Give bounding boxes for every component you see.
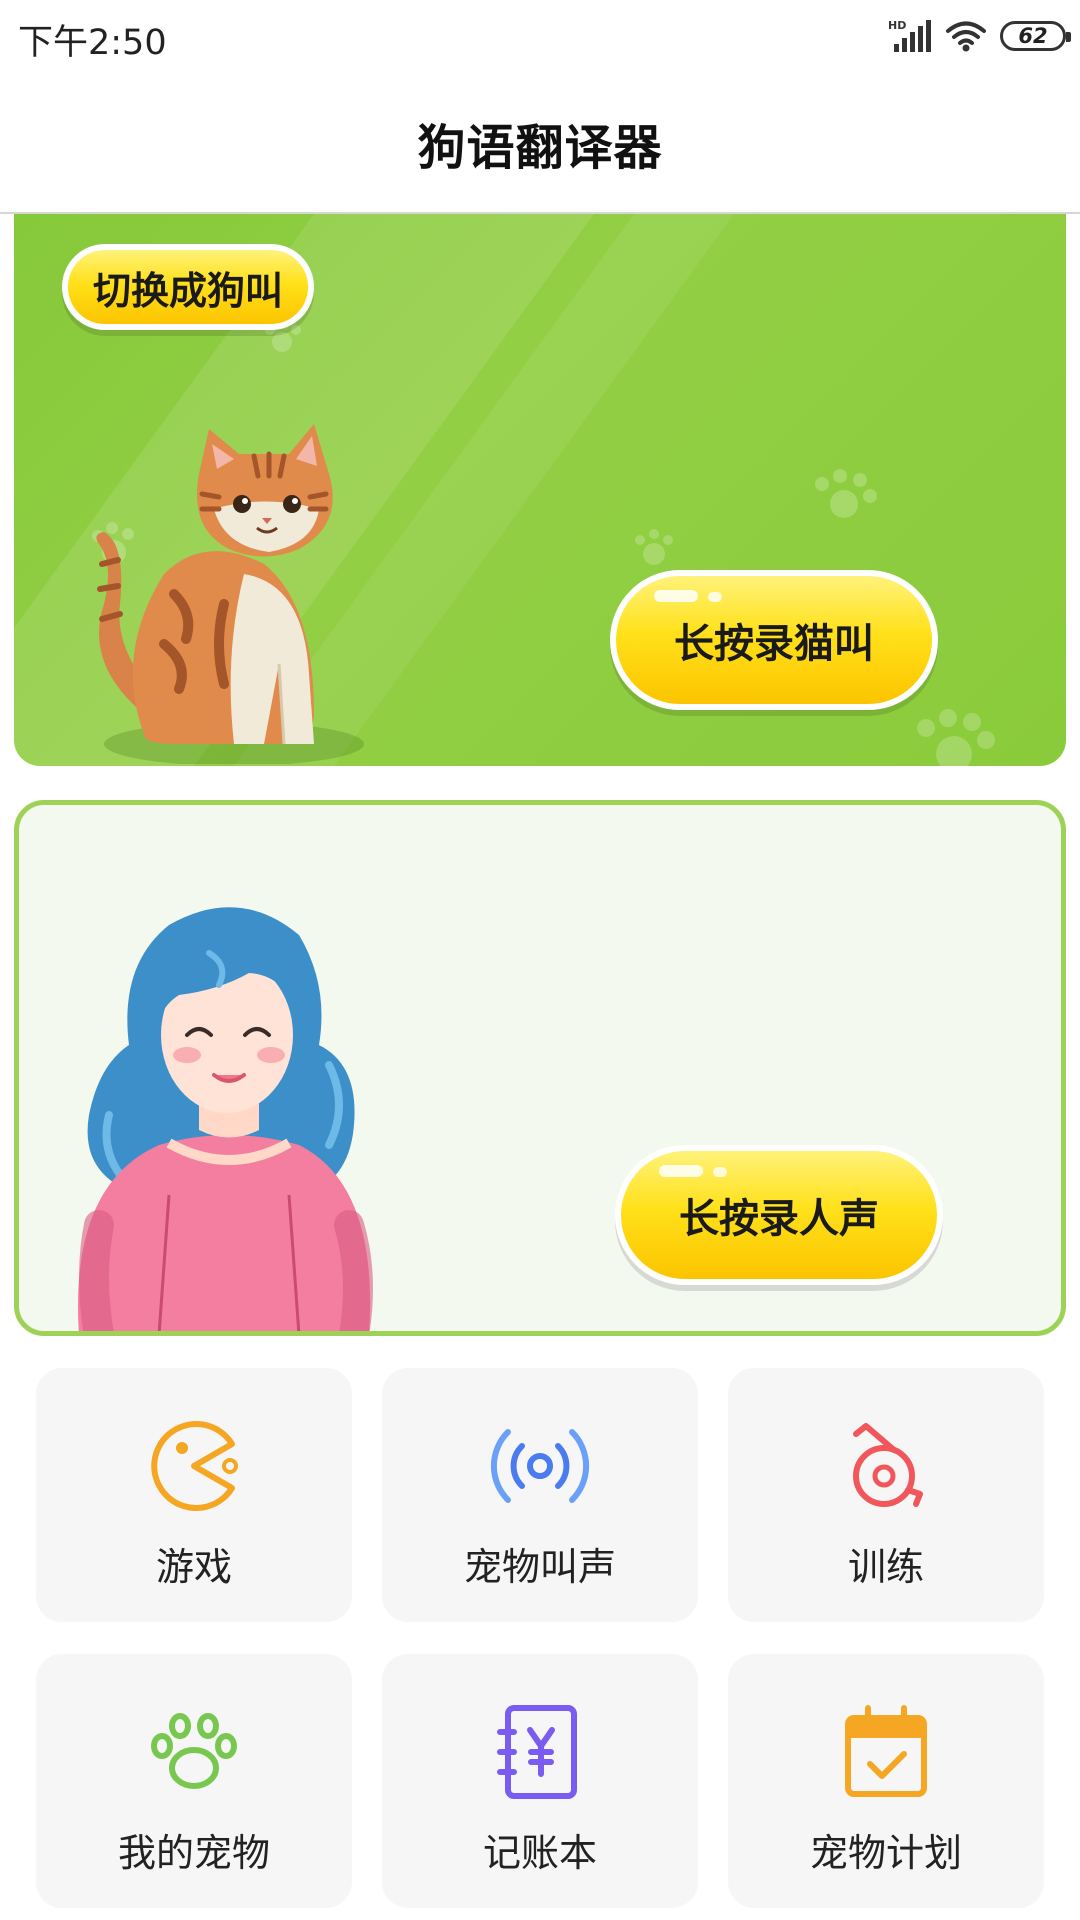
switch-to-dog-button[interactable]: 切换成狗叫 (62, 244, 314, 330)
battery-level: 62 (1018, 24, 1048, 48)
tile-my-pets[interactable]: 我的宠物 (36, 1654, 352, 1908)
paw-icon (151, 1713, 237, 1789)
whistle-icon (853, 1423, 923, 1507)
title-bar: 狗语翻译器 (0, 74, 1080, 214)
tile-pet-plan[interactable]: 宠物计划 (728, 1654, 1044, 1908)
cat-panel: 切换成狗叫 长按录猫叫 (14, 214, 1066, 766)
record-cat-label: 长按录猫叫 (674, 621, 874, 667)
signal-icon: HD (888, 19, 931, 52)
human-panel: 长按录人声 (14, 800, 1066, 1336)
broadcast-icon (490, 1429, 590, 1503)
record-human-button[interactable]: 长按录人声 (615, 1145, 943, 1285)
tile-training[interactable]: 训练 (728, 1368, 1044, 1622)
pacman-icon (151, 1421, 238, 1511)
tile-label: 宠物计划 (809, 1831, 962, 1875)
status-icons: HD 62 (888, 16, 1071, 56)
status-bar: 下午2:50 HD 62 (0, 0, 1080, 74)
tile-game[interactable]: 游戏 (36, 1368, 352, 1622)
calendar-icon (845, 1705, 927, 1797)
wifi-icon (946, 21, 986, 52)
tile-label: 记账本 (482, 1831, 597, 1875)
network-label: HD (888, 19, 906, 32)
battery-icon: 62 (1000, 21, 1071, 51)
tile-label: 我的宠物 (117, 1831, 270, 1875)
woman-illustration (78, 907, 373, 1331)
tile-ledger[interactable]: 记账本 (382, 1654, 698, 1908)
tile-pet-sounds[interactable]: 宠物叫声 (382, 1368, 698, 1622)
ledger-icon (497, 1705, 577, 1799)
tile-label: 训练 (847, 1545, 924, 1589)
cat-illustration (96, 424, 364, 764)
page-title: 狗语翻译器 (417, 120, 663, 176)
tile-label: 宠物叫声 (463, 1545, 616, 1589)
status-time: 下午2:50 (18, 23, 167, 63)
tile-label: 游戏 (155, 1545, 232, 1589)
switch-to-dog-label: 切换成狗叫 (92, 268, 283, 313)
record-cat-button[interactable]: 长按录猫叫 (610, 570, 938, 710)
record-human-label: 长按录人声 (679, 1196, 879, 1242)
